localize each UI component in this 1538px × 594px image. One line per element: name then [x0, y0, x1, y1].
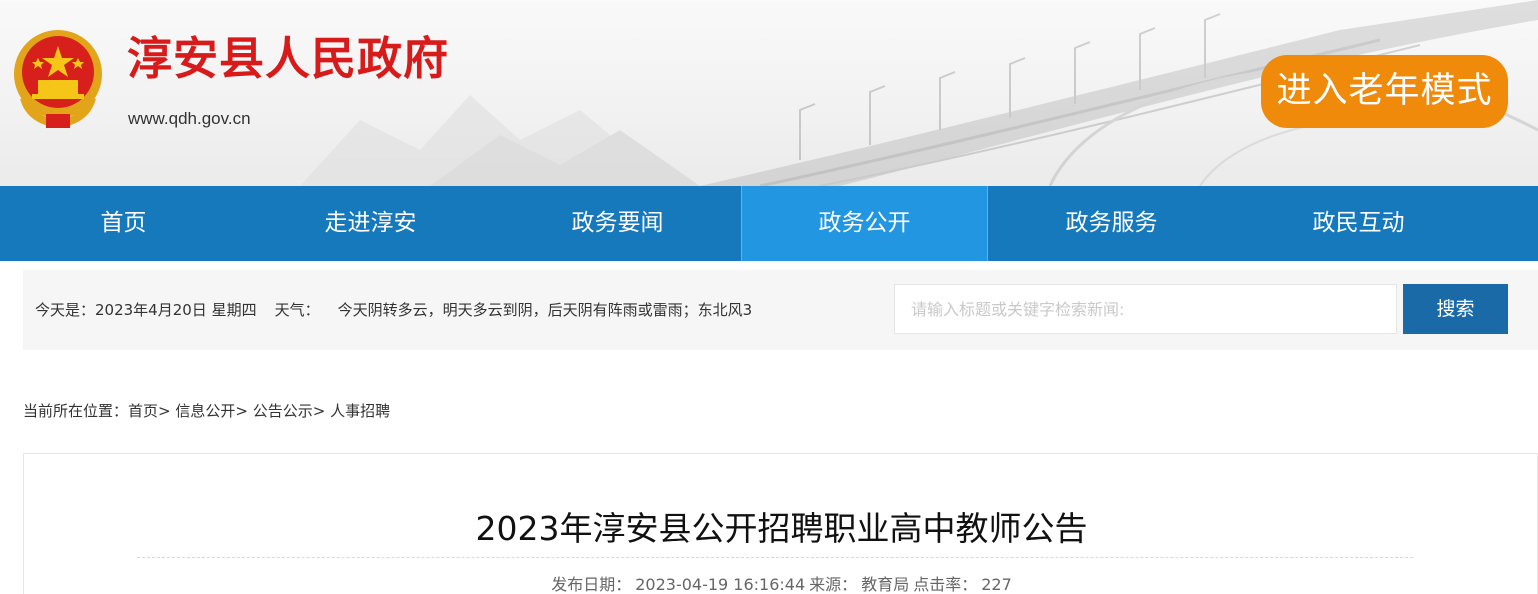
breadcrumb-info-disclosure[interactable]: 信息公开	[175, 402, 235, 420]
weather-label: 天气：	[274, 301, 320, 319]
nav-item-interaction[interactable]: 政民互动	[1235, 186, 1482, 261]
breadcrumb-separator: >	[312, 402, 331, 420]
publish-label: 发布日期：	[551, 575, 632, 594]
clicks-label: 点击率：	[913, 575, 978, 594]
info-bar: 今天是：2023年4月20日 星期四 天气： 今天阴转多云，明天多云到阴，后天阴有阵…	[23, 270, 1538, 350]
nav-item-about-chunan[interactable]: 走进淳安	[247, 186, 494, 261]
article-title: 2023年淳安县公开招聘职业高中教师公告	[475, 509, 1088, 548]
nav-item-news[interactable]: 政务要闻	[494, 186, 741, 261]
source-label: 来源：	[809, 575, 858, 594]
article-meta: 发布日期： 2023-04-19 16:16:44 来源： 教育局 点击率： 227	[24, 571, 1538, 594]
date-text: 今天是：2023年4月20日 星期四	[35, 301, 257, 319]
breadcrumb-separator: >	[158, 402, 176, 420]
breadcrumb-prefix: 当前所在位置：	[23, 402, 129, 420]
breadcrumb-home[interactable]: 首页	[128, 402, 158, 420]
national-emblem-icon	[14, 30, 102, 129]
date-weather-line: 今天是：2023年4月20日 星期四 天气： 今天阴转多云，明天多云到阴，后天阴有阵…	[35, 270, 752, 350]
breadcrumb-announcements[interactable]: 公告公示	[253, 402, 313, 420]
clicks-value: 227	[981, 575, 1012, 594]
breadcrumb-recruitment[interactable]: 人事招聘	[330, 402, 390, 420]
nav-item-gov-services[interactable]: 政务服务	[988, 186, 1235, 261]
search-input[interactable]	[894, 284, 1397, 334]
site-header: 淳安县人民政府 www.qdh.gov.cn 进入老年模式	[0, 0, 1538, 186]
publish-date: 2023-04-19 16:16:44	[635, 575, 806, 594]
title-divider	[137, 557, 1413, 558]
breadcrumb: 当前所在位置：首页> 信息公开> 公告公示> 人事招聘	[23, 400, 390, 421]
main-nav: 首页 走进淳安 政务要闻 政务公开 政务服务 政民互动	[0, 186, 1538, 261]
breadcrumb-separator: >	[235, 402, 253, 420]
elder-mode-button[interactable]: 进入老年模式	[1261, 55, 1508, 128]
nav-item-gov-disclosure[interactable]: 政务公开	[741, 186, 988, 261]
article-panel: 2023年淳安县公开招聘职业高中教师公告 发布日期： 2023-04-19 16:…	[23, 453, 1538, 594]
source-value: 教育局	[861, 575, 910, 594]
nav-item-home[interactable]: 首页	[0, 186, 247, 261]
site-title: 淳安县人民政府	[127, 32, 450, 85]
weather-text: 今天阴转多云，明天多云到阴，后天阴有阵雨或雷雨；东北风3	[337, 301, 753, 319]
search-button[interactable]: 搜索	[1403, 284, 1508, 334]
site-url: www.qdh.gov.cn	[128, 109, 251, 128]
